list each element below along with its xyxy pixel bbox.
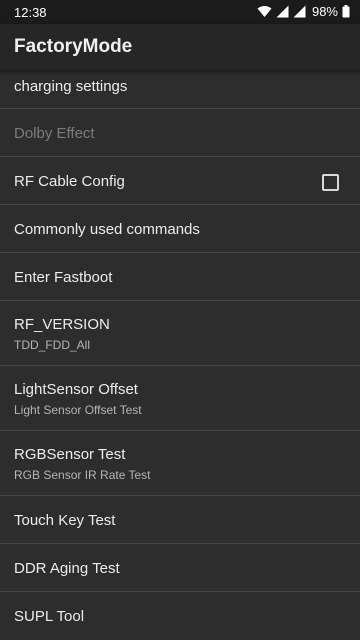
list-item-title: Enter Fastboot <box>14 269 113 286</box>
battery-icon <box>342 5 350 18</box>
list-item-ddr-aging-test[interactable]: DDR Aging Test <box>0 544 360 592</box>
list-item-title: Commonly used commands <box>14 221 200 238</box>
app-bar: FactoryMode <box>0 24 360 70</box>
rf-cable-config-checkbox[interactable] <box>322 174 339 191</box>
list-item-title: charging settings <box>14 78 128 95</box>
list-item-lightsensor-offset[interactable]: LightSensor Offset Light Sensor Offset T… <box>0 366 360 431</box>
status-time: 12:38 <box>14 5 47 20</box>
status-icons: 98% <box>257 4 350 19</box>
list-item-subtitle: Light Sensor Offset Test <box>14 403 142 417</box>
status-bar: 12:38 98% <box>0 0 360 24</box>
list-item-title: Touch Key Test <box>14 512 116 529</box>
list-item-title: Dolby Effect <box>14 125 95 142</box>
list-item-rf-version[interactable]: RF_VERSION TDD_FDD_All <box>0 301 360 366</box>
list-item-touch-key-test[interactable]: Touch Key Test <box>0 496 360 544</box>
settings-list: charging settings Dolby Effect RF Cable … <box>0 70 360 640</box>
list-item-charging-settings[interactable]: charging settings <box>0 70 360 109</box>
list-item-subtitle: TDD_FDD_All <box>14 338 91 352</box>
list-item-title: RGBSensor Test <box>14 446 126 463</box>
list-item-title: RF_VERSION <box>14 316 110 333</box>
battery-percent: 98% <box>311 4 338 19</box>
wifi-icon <box>257 5 272 18</box>
signal-icon-secondary <box>293 5 306 18</box>
list-item-rf-cable-config[interactable]: RF Cable Config <box>0 157 360 205</box>
list-item-title: LightSensor Offset <box>14 381 138 398</box>
list-item-enter-fastboot[interactable]: Enter Fastboot <box>0 253 360 301</box>
list-item-title: DDR Aging Test <box>14 560 120 577</box>
list-item-rgbsensor-test[interactable]: RGBSensor Test RGB Sensor IR Rate Test <box>0 431 360 496</box>
list-item-subtitle: RGB Sensor IR Rate Test <box>14 468 151 482</box>
list-item-dolby-effect: Dolby Effect <box>0 109 360 157</box>
page-title: FactoryMode <box>14 36 133 57</box>
list-item-title: SUPL Tool <box>14 608 85 625</box>
list-item-commonly-used-commands[interactable]: Commonly used commands <box>0 205 360 253</box>
list-item-supl-tool[interactable]: SUPL Tool <box>0 592 360 640</box>
list-item-title: RF Cable Config <box>14 173 125 190</box>
signal-icon <box>276 5 289 18</box>
